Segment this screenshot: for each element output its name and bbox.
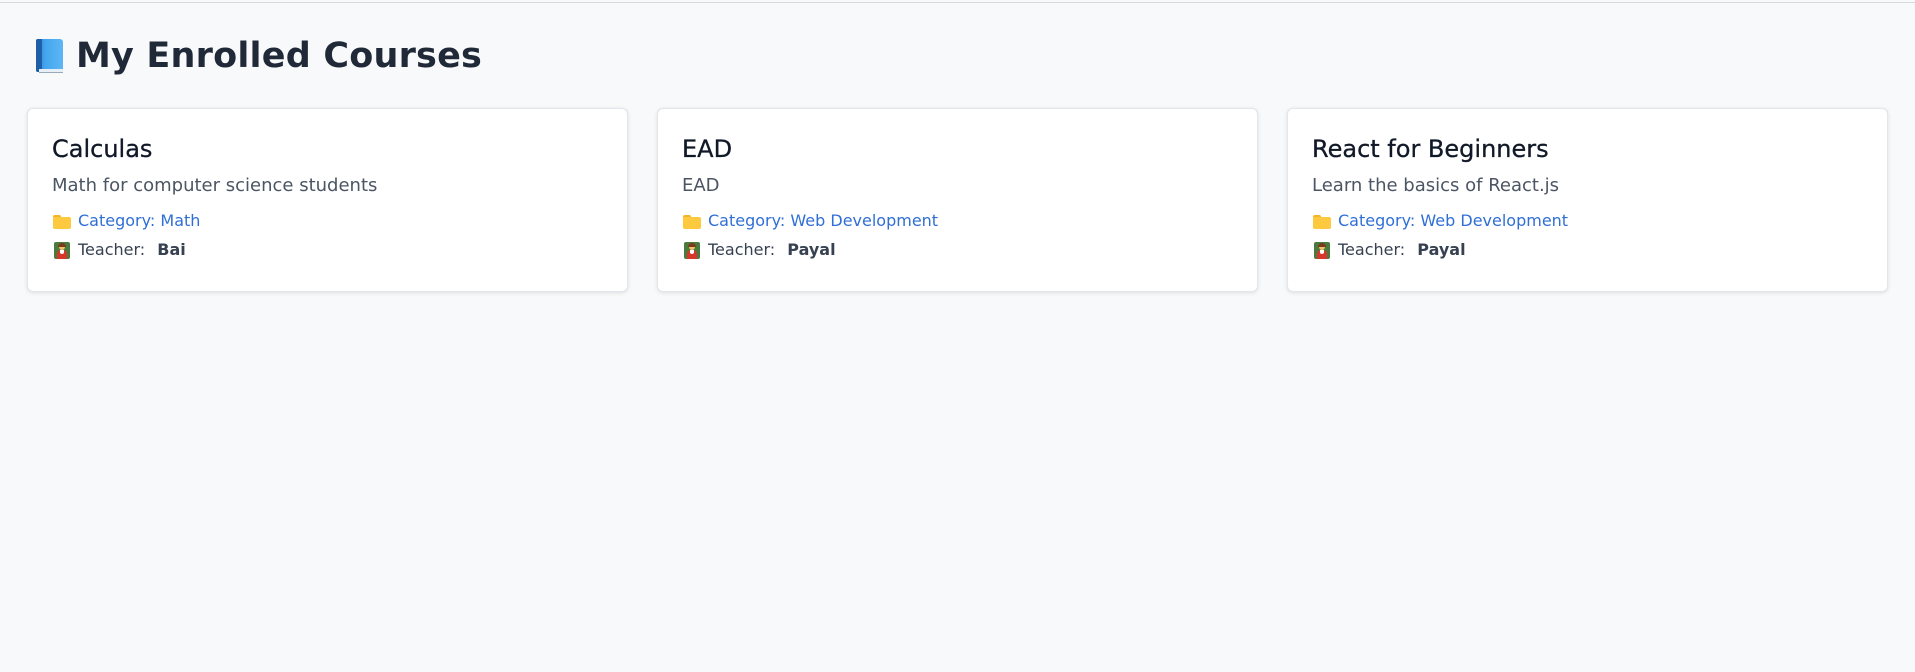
- teacher-name: Payal: [1417, 240, 1466, 259]
- page-header: My Enrolled Courses: [34, 34, 1888, 78]
- teacher-icon: [1312, 241, 1331, 260]
- course-category-label: Category: Web Development: [1338, 211, 1569, 230]
- teacher-name: Payal: [787, 240, 836, 259]
- course-category-label: Category: Math: [78, 211, 201, 230]
- teacher-label: Teacher:: [708, 240, 781, 259]
- course-description: Math for computer science students: [52, 175, 378, 196]
- course-title: React for Beginners: [1312, 135, 1549, 163]
- blue-book-icon: [34, 39, 64, 73]
- teacher-name: Bai: [157, 240, 186, 259]
- course-card[interactable]: EAD EAD Category: Web Development Teache…: [657, 108, 1258, 292]
- page-title: My Enrolled Courses: [76, 36, 483, 76]
- course-teacher: Teacher: Payal: [1312, 239, 1863, 261]
- course-card-list: Calculas Math for computer science stude…: [27, 108, 1888, 292]
- course-description: EAD: [682, 175, 720, 196]
- course-card[interactable]: React for Beginners Learn the basics of …: [1287, 108, 1888, 292]
- teacher-icon: [682, 241, 701, 260]
- folder-icon: [52, 214, 71, 229]
- course-title: Calculas: [52, 135, 153, 163]
- course-category: Category: Web Development: [1312, 210, 1863, 232]
- course-title: EAD: [682, 135, 733, 163]
- course-category: Category: Web Development: [682, 210, 1233, 232]
- course-teacher: Teacher: Payal: [682, 239, 1233, 261]
- course-category: Category: Math: [52, 210, 603, 232]
- teacher-icon: [52, 241, 71, 260]
- folder-icon: [1312, 214, 1331, 229]
- course-card[interactable]: Calculas Math for computer science stude…: [27, 108, 628, 292]
- course-category-label: Category: Web Development: [708, 211, 939, 230]
- folder-icon: [682, 214, 701, 229]
- course-teacher: Teacher: Bai: [52, 239, 603, 261]
- enrolled-courses-page: My Enrolled Courses Calculas Math for co…: [0, 0, 1915, 672]
- teacher-label: Teacher:: [1338, 240, 1411, 259]
- teacher-label: Teacher:: [78, 240, 151, 259]
- course-description: Learn the basics of React.js: [1312, 175, 1560, 196]
